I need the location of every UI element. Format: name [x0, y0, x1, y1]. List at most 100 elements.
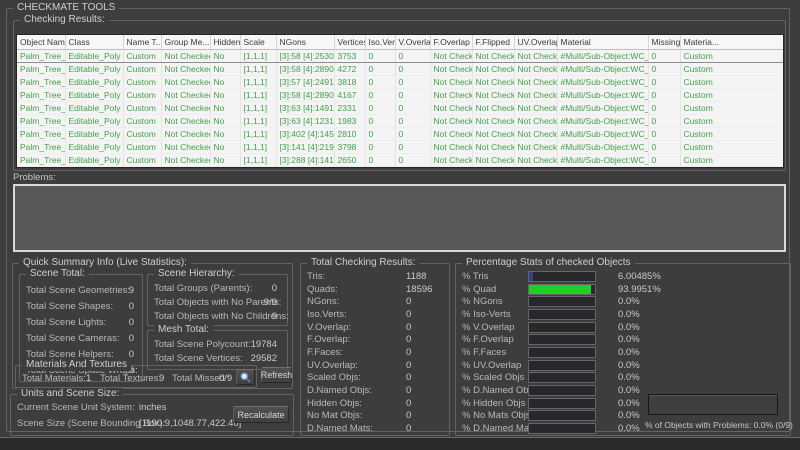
table-cell: Custom: [123, 128, 161, 141]
table-cell: 0: [395, 128, 430, 141]
column-header[interactable]: UV.Overlap: [514, 35, 557, 50]
table-cell: 0: [395, 63, 430, 76]
table-cell: Palm_Tree_02: [17, 63, 65, 76]
table-row[interactable]: Palm_Tree_07Editable_PolyCustomNot Check…: [17, 128, 783, 141]
column-header[interactable]: Scale: [240, 35, 276, 50]
percentage-stat-value: 0.0%: [618, 410, 640, 421]
table-cell: Palm_Tree_05: [17, 102, 65, 115]
column-header[interactable]: Hidden?: [210, 35, 240, 50]
column-header[interactable]: Missing...: [648, 35, 680, 50]
table-cell: Not Checked: [161, 115, 210, 128]
table-row[interactable]: Palm_Tree_03Editable_PolyCustomNot Check…: [17, 76, 783, 89]
column-header[interactable]: Vertices: [334, 35, 365, 50]
table-cell: Not Checked: [430, 102, 472, 115]
table-cell: 0: [365, 50, 395, 63]
table-cell: 3818: [334, 76, 365, 89]
problems-listbox[interactable]: [13, 184, 786, 252]
stat-value: 9: [272, 311, 277, 322]
total-materials-value: 1: [86, 373, 91, 384]
column-header[interactable]: V.Overlap: [395, 35, 430, 50]
column-header[interactable]: NGons: [276, 35, 334, 50]
total-missed-value: 0/9: [219, 373, 232, 384]
column-header[interactable]: Group Me...: [161, 35, 210, 50]
column-header[interactable]: Name T...: [123, 35, 161, 50]
units-scene-size-groupbox: Units and Scene Size: Current Scene Unit…: [10, 394, 294, 436]
table-cell: #Multi/Sub-Object:WC_...: [557, 63, 648, 76]
materials-textures-legend: Materials And Textures: [22, 359, 131, 371]
percentage-stat-label: % Scaled Objs: [462, 372, 524, 383]
table-cell: Custom: [680, 115, 783, 128]
table-row[interactable]: Palm_Tree_05Editable_PolyCustomNot Check…: [17, 102, 783, 115]
table-cell: 0: [648, 154, 680, 167]
stat-value: 9: [129, 285, 134, 296]
table-row[interactable]: Palm_Tree_02Editable_PolyCustomNot Check…: [17, 63, 783, 76]
table-row[interactable]: Palm_Tree_09Editable_PolyCustomNot Check…: [17, 154, 783, 167]
stat-value: 29582: [251, 353, 277, 364]
stat-label: F.Overlap:: [307, 334, 350, 345]
stat-label: D.Named Objs:: [307, 385, 372, 396]
progress-bar: [528, 410, 596, 421]
table-cell: 0: [648, 89, 680, 102]
table-cell: [1,1,1]: [240, 102, 276, 115]
table-cell: Custom: [123, 50, 161, 63]
table-row[interactable]: Palm_Tree_08Editable_PolyCustomNot Check…: [17, 141, 783, 154]
table-cell: Editable_Poly: [65, 141, 123, 154]
table-row[interactable]: Palm_Tree_04Editable_PolyCustomNot Check…: [17, 89, 783, 102]
table-cell: 3753: [334, 50, 365, 63]
percentage-stat-label: % Hidden Objs: [462, 398, 525, 409]
stat-value: 18596: [406, 284, 432, 295]
table-cell: Custom: [123, 141, 161, 154]
table-cell: [1,1,1]: [240, 76, 276, 89]
checking-results-legend: Checking Results:: [20, 14, 109, 26]
refresh-button[interactable]: Refresh: [261, 367, 292, 383]
find-missing-textures-button[interactable]: [236, 369, 255, 385]
column-header[interactable]: Class: [65, 35, 123, 50]
table-cell: [17, 167, 65, 169]
column-header[interactable]: Materia...: [680, 35, 783, 50]
checkmate-tools-panel: CHECKMATE TOOLS Checking Results: Object…: [0, 0, 800, 438]
recalculate-button[interactable]: Recalculate: [233, 406, 289, 423]
table-row[interactable]: Palm_Tree_01Editable_PolyCustomNot Check…: [17, 50, 783, 63]
unit-system-label: Current Scene Unit System:: [17, 402, 135, 413]
total-checking-legend: Total Checking Results:: [307, 257, 420, 269]
column-header[interactable]: Iso.Verts: [365, 35, 395, 50]
table-cell: [3]:58 [4]:2890: [276, 89, 334, 102]
checking-results-table: Object NameClassName T...Group Me...Hidd…: [17, 35, 784, 168]
table-header-row: Object NameClassName T...Group Me...Hidd…: [17, 35, 783, 50]
table-cell: Custom: [680, 76, 783, 89]
table-cell: [1,1,1]: [240, 115, 276, 128]
table-cell: Not Checked: [472, 102, 514, 115]
table-row[interactable]: Palm_Tree_06Editable_PolyCustomNot Check…: [17, 115, 783, 128]
stat-value: 1188: [406, 271, 426, 282]
percentage-stat-row: % NGons0.0%: [456, 296, 790, 308]
table-cell: Custom: [680, 141, 783, 154]
stat-label: D.Named Mats:: [307, 423, 373, 434]
column-header[interactable]: F.Overlap: [430, 35, 472, 50]
table-cell: #Multi/Sub-Object:WC_...: [557, 50, 648, 63]
table-cell: Not Checked: [430, 141, 472, 154]
column-header[interactable]: Material: [557, 35, 648, 50]
progress-bar: [528, 385, 596, 396]
table-cell: [1,1,1]: [240, 50, 276, 63]
checking-results-table-container: Object NameClassName T...Group Me...Hidd…: [16, 34, 784, 168]
stat-label: Total Scene Polycount:: [154, 339, 251, 350]
column-header[interactable]: F.Flipped: [472, 35, 514, 50]
table-cell: [3]:63 [4]:1491: [276, 102, 334, 115]
percentage-stat-row: % F.Overlap0.0%: [456, 334, 790, 346]
stat-value: 0: [129, 333, 134, 344]
stat-label: NGons:: [307, 296, 339, 307]
stat-row: D.Named Mats:0: [301, 423, 449, 436]
progress-bar: [528, 284, 596, 295]
table-cell: 0: [365, 128, 395, 141]
column-header[interactable]: Object Name: [17, 35, 65, 50]
table-cell: Not Checked: [430, 63, 472, 76]
percentage-stat-label: % D.Named Objs: [462, 385, 535, 396]
table-cell: Custom: [680, 50, 783, 63]
percentage-stat-value: 0.0%: [618, 296, 640, 307]
table-cell: Not Checked: [161, 128, 210, 141]
stat-row: Total Scene Shapes:0: [20, 301, 142, 314]
table-cell: 0: [648, 76, 680, 89]
stat-value: 0: [406, 372, 411, 383]
table-cell: Custom: [123, 154, 161, 167]
percentage-stat-label: % V.Overlap: [462, 322, 514, 333]
